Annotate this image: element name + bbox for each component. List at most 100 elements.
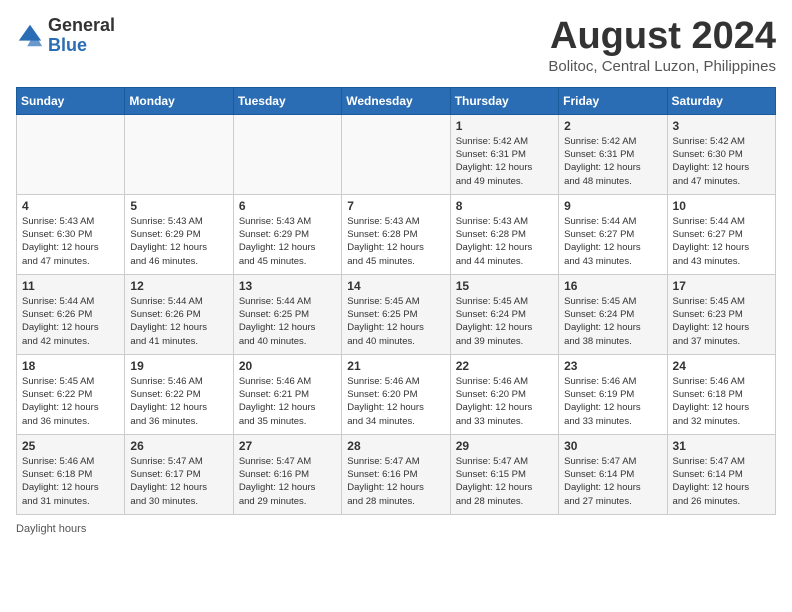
day-number: 31: [673, 439, 770, 453]
day-number: 2: [564, 119, 661, 133]
day-number: 28: [347, 439, 444, 453]
calendar-cell: [125, 114, 233, 194]
day-info: Sunrise: 5:46 AM Sunset: 6:19 PM Dayligh…: [564, 375, 661, 428]
calendar-cell: 4 Sunrise: 5:43 AM Sunset: 6:30 PM Daylig…: [17, 194, 125, 274]
calendar-header-row: SundayMondayTuesdayWednesdayThursdayFrid…: [17, 87, 776, 114]
day-info: Sunrise: 5:47 AM Sunset: 6:14 PM Dayligh…: [564, 455, 661, 508]
day-number: 3: [673, 119, 770, 133]
calendar-title: August 2024: [548, 16, 776, 58]
calendar-cell: 30Sunrise: 5:47 AM Sunset: 6:14 PM Dayli…: [559, 434, 667, 514]
calendar-cell: 6 Sunrise: 5:43 AM Sunset: 6:29 PM Daylig…: [233, 194, 341, 274]
day-number: 1: [456, 119, 553, 133]
day-info: Sunrise: 5:44 AM Sunset: 6:27 PM Dayligh…: [673, 215, 770, 268]
day-info: Sunrise: 5:45 AM Sunset: 6:24 PM Dayligh…: [456, 295, 553, 348]
day-info: Sunrise: 5:44 AM Sunset: 6:26 PM Dayligh…: [130, 295, 227, 348]
calendar-cell: 18 Sunrise: 5:45 AM Sunset: 6:22 PM Dayli…: [17, 354, 125, 434]
day-info: Sunrise: 5:46 AM Sunset: 6:20 PM Dayligh…: [456, 375, 553, 428]
calendar-subtitle: Bolitoc, Central Luzon, Philippines: [548, 58, 776, 75]
day-header-wednesday: Wednesday: [342, 87, 450, 114]
day-number: 18: [22, 359, 119, 373]
calendar-week-row: 18 Sunrise: 5:45 AM Sunset: 6:22 PM Dayli…: [17, 354, 776, 434]
day-number: 27: [239, 439, 336, 453]
calendar-cell: 13Sunrise: 5:44 AM Sunset: 6:25 PM Dayli…: [233, 274, 341, 354]
day-info: Sunrise: 5:43 AM Sunset: 6:30 PM Dayligh…: [22, 215, 119, 268]
calendar-cell: 24 Sunrise: 5:46 AM Sunset: 6:18 PM Dayli…: [667, 354, 775, 434]
day-number: 26: [130, 439, 227, 453]
calendar-cell: [342, 114, 450, 194]
day-number: 5: [130, 199, 227, 213]
day-info: Sunrise: 5:43 AM Sunset: 6:29 PM Dayligh…: [130, 215, 227, 268]
calendar-cell: 15 Sunrise: 5:45 AM Sunset: 6:24 PM Dayli…: [450, 274, 558, 354]
day-info: Sunrise: 5:44 AM Sunset: 6:27 PM Dayligh…: [564, 215, 661, 268]
day-info: Sunrise: 5:47 AM Sunset: 6:16 PM Dayligh…: [239, 455, 336, 508]
day-number: 24: [673, 359, 770, 373]
day-info: Sunrise: 5:45 AM Sunset: 6:23 PM Dayligh…: [673, 295, 770, 348]
day-number: 10: [673, 199, 770, 213]
day-number: 23: [564, 359, 661, 373]
day-info: Sunrise: 5:42 AM Sunset: 6:31 PM Dayligh…: [456, 135, 553, 188]
day-info: Sunrise: 5:47 AM Sunset: 6:15 PM Dayligh…: [456, 455, 553, 508]
day-info: Sunrise: 5:46 AM Sunset: 6:18 PM Dayligh…: [673, 375, 770, 428]
page-header: General Blue August 2024 Bolitoc, Centra…: [16, 16, 776, 75]
calendar-cell: 22Sunrise: 5:46 AM Sunset: 6:20 PM Dayli…: [450, 354, 558, 434]
calendar-cell: 29 Sunrise: 5:47 AM Sunset: 6:15 PM Dayli…: [450, 434, 558, 514]
day-number: 9: [564, 199, 661, 213]
calendar-cell: [17, 114, 125, 194]
day-info: Sunrise: 5:42 AM Sunset: 6:31 PM Dayligh…: [564, 135, 661, 188]
day-info: Sunrise: 5:46 AM Sunset: 6:22 PM Dayligh…: [130, 375, 227, 428]
day-number: 13: [239, 279, 336, 293]
day-info: Sunrise: 5:45 AM Sunset: 6:25 PM Dayligh…: [347, 295, 444, 348]
day-number: 6: [239, 199, 336, 213]
calendar-cell: 23 Sunrise: 5:46 AM Sunset: 6:19 PM Dayli…: [559, 354, 667, 434]
calendar-cell: 28 Sunrise: 5:47 AM Sunset: 6:16 PM Dayli…: [342, 434, 450, 514]
calendar-cell: 14Sunrise: 5:45 AM Sunset: 6:25 PM Dayli…: [342, 274, 450, 354]
calendar-cell: 11Sunrise: 5:44 AM Sunset: 6:26 PM Dayli…: [17, 274, 125, 354]
day-number: 4: [22, 199, 119, 213]
calendar-week-row: 1 Sunrise: 5:42 AM Sunset: 6:31 PM Daylig…: [17, 114, 776, 194]
day-header-saturday: Saturday: [667, 87, 775, 114]
day-header-sunday: Sunday: [17, 87, 125, 114]
calendar-week-row: 11Sunrise: 5:44 AM Sunset: 6:26 PM Dayli…: [17, 274, 776, 354]
day-header-monday: Monday: [125, 87, 233, 114]
logo-blue-text: Blue: [48, 36, 115, 56]
day-number: 15: [456, 279, 553, 293]
calendar-cell: 12 Sunrise: 5:44 AM Sunset: 6:26 PM Dayli…: [125, 274, 233, 354]
logo: General Blue: [16, 16, 115, 56]
calendar-week-row: 4 Sunrise: 5:43 AM Sunset: 6:30 PM Daylig…: [17, 194, 776, 274]
calendar-week-row: 25 Sunrise: 5:46 AM Sunset: 6:18 PM Dayli…: [17, 434, 776, 514]
calendar-cell: 1 Sunrise: 5:42 AM Sunset: 6:31 PM Daylig…: [450, 114, 558, 194]
calendar-cell: 25 Sunrise: 5:46 AM Sunset: 6:18 PM Dayli…: [17, 434, 125, 514]
calendar-cell: 31Sunrise: 5:47 AM Sunset: 6:14 PM Dayli…: [667, 434, 775, 514]
calendar-cell: 5 Sunrise: 5:43 AM Sunset: 6:29 PM Daylig…: [125, 194, 233, 274]
day-info: Sunrise: 5:46 AM Sunset: 6:18 PM Dayligh…: [22, 455, 119, 508]
calendar-cell: 8Sunrise: 5:43 AM Sunset: 6:28 PM Daylig…: [450, 194, 558, 274]
calendar-cell: 16Sunrise: 5:45 AM Sunset: 6:24 PM Dayli…: [559, 274, 667, 354]
day-info: Sunrise: 5:42 AM Sunset: 6:30 PM Dayligh…: [673, 135, 770, 188]
footer: Daylight hours: [16, 523, 776, 535]
day-info: Sunrise: 5:45 AM Sunset: 6:24 PM Dayligh…: [564, 295, 661, 348]
calendar-cell: 2 Sunrise: 5:42 AM Sunset: 6:31 PM Daylig…: [559, 114, 667, 194]
calendar-cell: 26 Sunrise: 5:47 AM Sunset: 6:17 PM Dayli…: [125, 434, 233, 514]
day-info: Sunrise: 5:46 AM Sunset: 6:21 PM Dayligh…: [239, 375, 336, 428]
day-info: Sunrise: 5:47 AM Sunset: 6:16 PM Dayligh…: [347, 455, 444, 508]
day-info: Sunrise: 5:43 AM Sunset: 6:28 PM Dayligh…: [456, 215, 553, 268]
day-number: 12: [130, 279, 227, 293]
day-header-thursday: Thursday: [450, 87, 558, 114]
calendar-cell: 9 Sunrise: 5:44 AM Sunset: 6:27 PM Daylig…: [559, 194, 667, 274]
day-info: Sunrise: 5:43 AM Sunset: 6:28 PM Dayligh…: [347, 215, 444, 268]
logo-general-text: General: [48, 16, 115, 36]
calendar-cell: 19Sunrise: 5:46 AM Sunset: 6:22 PM Dayli…: [125, 354, 233, 434]
day-header-tuesday: Tuesday: [233, 87, 341, 114]
day-info: Sunrise: 5:45 AM Sunset: 6:22 PM Dayligh…: [22, 375, 119, 428]
day-header-friday: Friday: [559, 87, 667, 114]
calendar-cell: 17Sunrise: 5:45 AM Sunset: 6:23 PM Dayli…: [667, 274, 775, 354]
daylight-label: Daylight hours: [16, 523, 86, 535]
day-number: 20: [239, 359, 336, 373]
day-info: Sunrise: 5:43 AM Sunset: 6:29 PM Dayligh…: [239, 215, 336, 268]
day-number: 7: [347, 199, 444, 213]
day-number: 29: [456, 439, 553, 453]
calendar-cell: 7 Sunrise: 5:43 AM Sunset: 6:28 PM Daylig…: [342, 194, 450, 274]
day-number: 25: [22, 439, 119, 453]
logo-icon: [16, 22, 44, 50]
day-info: Sunrise: 5:47 AM Sunset: 6:17 PM Dayligh…: [130, 455, 227, 508]
